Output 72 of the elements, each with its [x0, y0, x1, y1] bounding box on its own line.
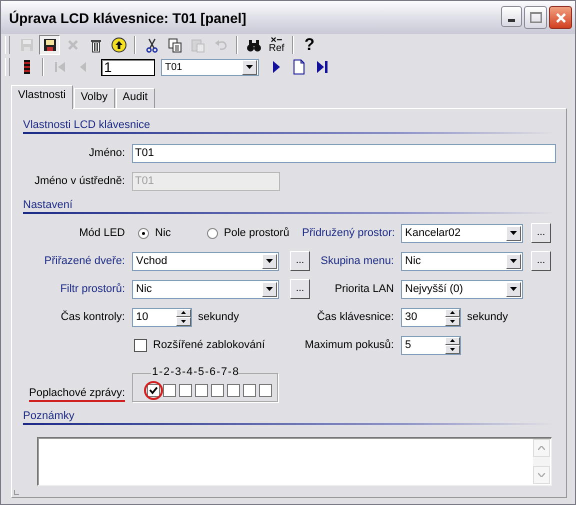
field-label: Mód LED	[78, 227, 125, 239]
browse-button[interactable]: ...	[290, 251, 310, 271]
spinner-field[interactable]: 10	[132, 308, 192, 326]
binoculars-icon	[246, 37, 262, 53]
tab[interactable]: Volby	[74, 88, 115, 108]
notes-field[interactable]	[37, 437, 552, 486]
checkbox[interactable]	[179, 384, 192, 397]
field-label: Priorita LAN	[334, 283, 394, 295]
field-label: Čas kontroly:	[60, 311, 125, 323]
channel-numbers: 1 - 2 - 3 - 4 - 5 - 6 - 7 - 8	[151, 366, 238, 378]
spin-down-icon[interactable]	[176, 317, 191, 326]
new-page-icon	[290, 59, 306, 75]
checkbox[interactable]	[243, 384, 256, 397]
checkbox[interactable]	[163, 384, 176, 397]
checkbox-label: Rozšířené zablokování	[153, 339, 265, 351]
spinner-field[interactable]: 30	[401, 308, 461, 326]
browse-button[interactable]: ...	[290, 279, 310, 299]
radio-button[interactable]	[138, 228, 149, 238]
text-field[interactable]: T01	[132, 144, 556, 162]
spin-down-icon[interactable]	[445, 345, 460, 354]
section-heading: Nastavení	[23, 199, 73, 211]
tab[interactable]: Audit	[116, 88, 155, 108]
field-label: Přidružený prostor:	[302, 227, 394, 239]
undo-icon	[212, 37, 228, 53]
scissors-icon	[144, 37, 160, 53]
floppy-disk-button[interactable]	[39, 35, 60, 55]
checkbox[interactable]	[134, 338, 147, 352]
browse-button[interactable]: ...	[531, 251, 551, 271]
field-label: Jméno v ústředně:	[34, 175, 125, 187]
minimize-button[interactable]	[501, 6, 522, 27]
dropdown[interactable]: Nic	[401, 252, 523, 270]
window-title: Úprava LCD klávesnice: T01 [panel]	[9, 10, 248, 26]
radio-button[interactable]	[206, 228, 218, 238]
close-button[interactable]	[549, 6, 572, 29]
minimize-icon	[508, 19, 515, 22]
field-label: Jméno:	[88, 147, 125, 159]
field-label: Skupina menu:	[320, 255, 394, 267]
spin-up-icon[interactable]	[176, 308, 191, 317]
radio-label: Pole prostorů	[224, 227, 290, 239]
checkbox[interactable]	[195, 384, 208, 397]
radio-label: Nic	[155, 227, 171, 239]
maximize-icon	[530, 12, 542, 23]
clipboard-icon	[190, 37, 206, 53]
spinner-field[interactable]: 5	[401, 336, 461, 354]
field-label: Čas klávesnice:	[316, 311, 394, 323]
copy-icon	[166, 37, 182, 53]
checkbox[interactable]	[211, 384, 224, 397]
dropdown[interactable]: Nejvyšší (0)	[401, 280, 523, 298]
checkbox[interactable]	[227, 384, 240, 397]
close-icon	[556, 12, 566, 22]
unit-label: sekundy	[198, 311, 239, 323]
browse-button[interactable]: ...	[531, 223, 551, 243]
unit-label: sekundy	[467, 311, 508, 323]
underlined-label: Poplachové zprávy:	[29, 387, 125, 402]
checkbox[interactable]	[147, 384, 160, 397]
spin-up-icon[interactable]	[445, 308, 460, 317]
spin-up-icon[interactable]	[445, 336, 460, 345]
dropdown[interactable]: Vchod	[132, 252, 279, 270]
section-heading: Poznámky	[23, 410, 74, 422]
cross-reference-button[interactable]: ×− Ref	[266, 35, 287, 55]
section-heading: Vlastnosti LCD klávesnice	[23, 119, 150, 131]
dropdown[interactable]: Kancelar02	[401, 224, 523, 242]
spin-down-icon[interactable]	[445, 317, 460, 326]
field-label: Filtr prostorů:	[59, 283, 125, 295]
checkbox[interactable]	[259, 384, 272, 397]
dropdown[interactable]: Nic	[132, 280, 279, 298]
field-label: Přiřazené dveře:	[43, 255, 125, 267]
help-button[interactable]: ?	[299, 35, 320, 55]
field-label: Maximum pokusů:	[304, 339, 394, 351]
record-dropdown[interactable]: T01	[161, 58, 259, 76]
record-number-field[interactable]: 1	[101, 58, 155, 76]
tab[interactable]: Vlastnosti	[11, 85, 73, 109]
